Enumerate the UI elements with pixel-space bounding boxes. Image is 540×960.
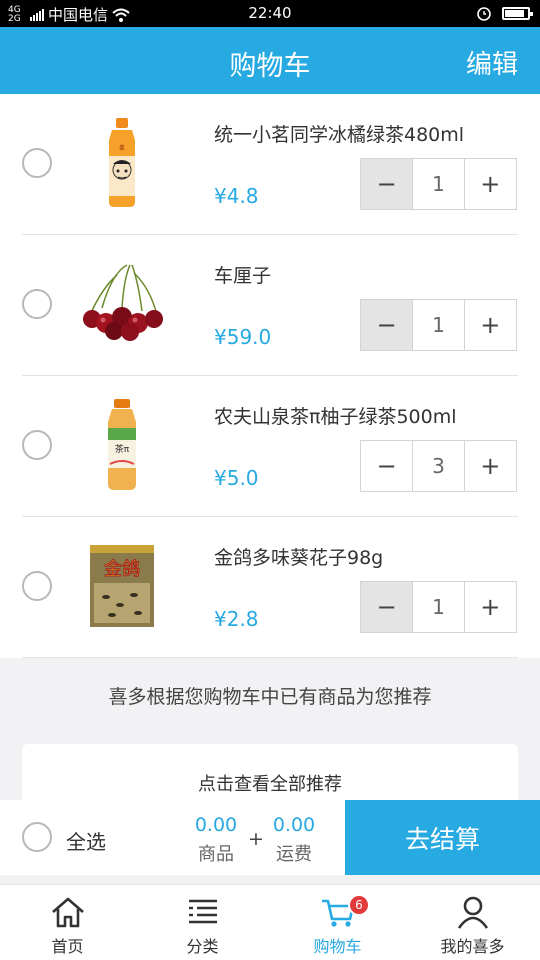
category-list-icon [188, 899, 217, 924]
tab-home[interactable]: 首页 [0, 885, 135, 960]
goods-total-value: 0.00 [194, 814, 238, 836]
decrease-button[interactable]: − [361, 300, 413, 350]
quantity-value[interactable]: 1 [412, 300, 465, 350]
product-image-tea-pi-bottle: 茶π [108, 399, 136, 490]
product-name: 统一小茗同学冰橘绿茶480ml [214, 124, 465, 146]
view-all-label: 点击查看全部推荐 [198, 774, 342, 795]
checkout-button[interactable]: 去结算 [345, 800, 540, 875]
quantity-stepper: − 1 + [360, 158, 517, 210]
product-name: 农夫山泉茶π柚子绿茶500ml [214, 406, 457, 428]
product-name: 车厘子 [214, 265, 272, 287]
battery-icon [502, 6, 533, 20]
svg-text:茗: 茗 [119, 144, 125, 152]
product-name: 金鸽多味葵花子98g [214, 547, 384, 569]
quantity-stepper: − 1 + [360, 581, 517, 633]
select-all-radio[interactable] [22, 822, 52, 852]
status-bar: 4G 2G 中国电信 22:40 [0, 0, 540, 27]
status-right [476, 5, 533, 21]
shipping-label: 运费 [276, 844, 312, 865]
tab-cart[interactable]: 6 购物车 [270, 885, 405, 960]
tab-label: 分类 [186, 937, 219, 956]
cart-count-badge: 6 [348, 894, 370, 916]
recommend-caption: 喜多根据您购物车中已有商品为您推荐 [108, 686, 432, 708]
checkout-bar: 全选 0.00 商品 + 0.00 运费 去结算 [0, 800, 540, 875]
plus-sign: + [248, 828, 264, 850]
tab-label: 购物车 [313, 937, 362, 956]
increase-button[interactable]: + [465, 582, 516, 632]
page-title: 购物车 [229, 51, 311, 82]
profile-icon [457, 896, 488, 929]
decrease-button[interactable]: − [361, 441, 412, 491]
quantity-value[interactable]: 1 [412, 582, 465, 632]
goods-total: 0.00 商品 [190, 814, 242, 866]
bottom-tab-bar: 首页 分类 6 购物车 我的喜多 [0, 884, 540, 960]
product-image-cherries [83, 264, 163, 341]
increase-button[interactable]: + [465, 300, 516, 350]
shipping-value: 0.00 [272, 814, 316, 836]
product-price: ¥2.8 [214, 607, 259, 631]
select-all-label[interactable]: 全选 [66, 826, 106, 855]
svg-text:金鸽: 金鸽 [104, 559, 140, 580]
product-image-iced-tea-bottle: 茗 [109, 118, 135, 207]
alarm-icon [477, 7, 491, 21]
cart-list: 茗 统一小茗同学冰橘绿茶480ml ¥4.8 − 1 + 车厘子 ¥59.0 −… [0, 94, 540, 658]
decrease-button[interactable]: − [361, 159, 413, 209]
item-select-radio[interactable] [22, 148, 52, 178]
increase-button[interactable]: + [465, 159, 516, 209]
clock: 22:40 [248, 4, 292, 22]
view-all-recommendations-button[interactable]: 点击查看全部推荐 [22, 744, 518, 804]
item-select-radio[interactable] [22, 571, 52, 601]
tab-profile[interactable]: 我的喜多 [405, 885, 540, 960]
increase-button[interactable]: + [465, 441, 516, 491]
tab-label: 首页 [51, 937, 84, 956]
product-image-sunflower-seeds-bag: 金鸽 [90, 545, 154, 627]
product-price: ¥4.8 [214, 184, 259, 208]
cart-item: 茗 统一小茗同学冰橘绿茶480ml ¥4.8 − 1 + [0, 94, 540, 235]
cart-item: 车厘子 ¥59.0 − 1 + [0, 235, 540, 376]
item-select-radio[interactable] [22, 289, 52, 319]
tab-label: 我的喜多 [440, 937, 505, 956]
product-price: ¥59.0 [214, 325, 272, 349]
quantity-stepper: − 3 + [360, 440, 517, 492]
divider [22, 657, 518, 658]
svg-text:茶π: 茶π [115, 443, 130, 455]
quantity-stepper: − 1 + [360, 299, 517, 351]
shipping-total: 0.00 运费 [268, 814, 320, 866]
tab-category[interactable]: 分类 [135, 885, 270, 960]
goods-total-label: 商品 [198, 844, 234, 865]
cart-item: 茶π 农夫山泉茶π柚子绿茶500ml ¥5.0 − 3 + [0, 376, 540, 517]
app-header: 购物车 编辑 [0, 27, 540, 94]
edit-button[interactable]: 编辑 [466, 44, 518, 81]
decrease-button[interactable]: − [361, 582, 413, 632]
cart-item: 金鸽 金鸽多味葵花子98g ¥2.8 − 1 + [0, 517, 540, 658]
quantity-value[interactable]: 1 [412, 159, 465, 209]
quantity-value[interactable]: 3 [412, 441, 465, 491]
battery-level [505, 9, 524, 17]
product-price: ¥5.0 [214, 466, 259, 490]
home-icon [51, 897, 84, 928]
item-select-radio[interactable] [22, 430, 52, 460]
